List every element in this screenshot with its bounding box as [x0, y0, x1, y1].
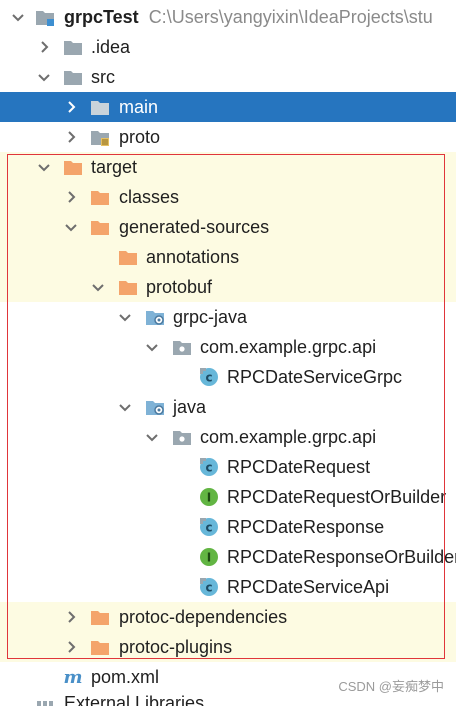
package-icon	[172, 337, 192, 357]
excluded-folder-icon	[118, 277, 138, 297]
chevron-down-icon[interactable]	[64, 220, 78, 234]
tree-label: RPCDateRequest	[227, 457, 371, 477]
svg-text:c: c	[205, 371, 212, 385]
library-icon	[35, 698, 55, 706]
tree-row-target[interactable]: target	[0, 152, 456, 182]
maven-icon: m	[63, 667, 83, 687]
tree-row-class[interactable]: c RPCDateRequest	[0, 452, 456, 482]
excluded-folder-icon	[90, 217, 110, 237]
chevron-right-icon[interactable]	[37, 40, 51, 54]
tree-label: RPCDateResponseOrBuilder	[227, 547, 456, 567]
chevron-down-icon[interactable]	[37, 160, 51, 174]
tree-label: RPCDateResponse	[227, 517, 385, 537]
tree-label: .idea	[91, 37, 131, 57]
svg-text:c: c	[205, 461, 212, 475]
tree-label: grpc-java	[173, 307, 248, 327]
tree-row-protoc-dependencies[interactable]: protoc-dependencies	[0, 602, 456, 632]
tree-label: RPCDateServiceGrpc	[227, 367, 403, 387]
excluded-folder-icon	[63, 157, 83, 177]
chevron-down-icon[interactable]	[145, 340, 159, 354]
chevron-down-icon[interactable]	[91, 280, 105, 294]
tree-row-interface[interactable]: I RPCDateRequestOrBuilder	[0, 482, 456, 512]
excluded-folder-icon	[118, 247, 138, 267]
tree-row-interface[interactable]: I RPCDateResponseOrBuilder	[0, 542, 456, 572]
tree-label: main	[119, 97, 159, 117]
svg-text:I: I	[207, 551, 211, 565]
folder-icon	[63, 37, 83, 57]
project-name: grpcTest	[64, 7, 139, 27]
tree-row-class[interactable]: c RPCDateServiceGrpc	[0, 362, 456, 392]
resource-folder-icon	[90, 127, 110, 147]
project-path: C:\Users\yangyixin\IdeaProjects\stu	[148, 7, 433, 27]
chevron-right-icon[interactable]	[64, 640, 78, 654]
class-icon: c	[199, 457, 219, 477]
chevron-right-icon[interactable]	[64, 130, 78, 144]
chevron-right-icon[interactable]	[64, 610, 78, 624]
svg-text:c: c	[205, 581, 212, 595]
tree-row-idea[interactable]: .idea	[0, 32, 456, 62]
tree-row-main[interactable]: main	[0, 92, 456, 122]
tree-row-generated-sources[interactable]: generated-sources	[0, 212, 456, 242]
class-icon: c	[199, 367, 219, 387]
excluded-folder-icon	[90, 187, 110, 207]
svg-text:c: c	[205, 521, 212, 535]
chevron-right-icon[interactable]	[64, 190, 78, 204]
tree-label: proto	[119, 127, 161, 147]
tree-row-annotations[interactable]: annotations	[0, 242, 456, 272]
tree-row-classes[interactable]: classes	[0, 182, 456, 212]
tree-row-grpc-java[interactable]: grpc-java	[0, 302, 456, 332]
tree-label: com.example.grpc.api	[200, 427, 377, 447]
tree-label: java	[173, 397, 207, 417]
tree-label: External Libraries	[64, 694, 205, 706]
tree-row-protobuf[interactable]: protobuf	[0, 272, 456, 302]
class-icon: c	[199, 577, 219, 597]
tree-row-src[interactable]: src	[0, 62, 456, 92]
tree-row-package[interactable]: com.example.grpc.api	[0, 422, 456, 452]
tree-label: com.example.grpc.api	[200, 337, 377, 357]
tree-row-package[interactable]: com.example.grpc.api	[0, 332, 456, 362]
tree-row-java[interactable]: java	[0, 392, 456, 422]
chevron-right-icon[interactable]	[64, 100, 78, 114]
module-folder-icon	[35, 7, 55, 27]
folder-icon	[90, 97, 110, 117]
tree-label: protobuf	[146, 277, 213, 297]
generated-source-folder-icon	[145, 397, 165, 417]
tree-row-external-libraries[interactable]: External Libraries	[0, 694, 456, 706]
tree-label: pom.xml	[91, 667, 160, 687]
tree-label: annotations	[146, 247, 240, 267]
tree-row-protoc-plugins[interactable]: protoc-plugins	[0, 632, 456, 662]
chevron-down-icon[interactable]	[11, 10, 25, 24]
chevron-down-icon[interactable]	[145, 430, 159, 444]
tree-label: classes	[119, 187, 180, 207]
chevron-down-icon[interactable]	[37, 70, 51, 84]
tree-label: generated-sources	[119, 217, 270, 237]
tree-label: target	[91, 157, 138, 177]
tree-row-root[interactable]: grpcTest C:\Users\yangyixin\IdeaProjects\…	[0, 2, 456, 32]
class-icon: c	[199, 517, 219, 537]
tree-row-class[interactable]: c RPCDateResponse	[0, 512, 456, 542]
tree-label: RPCDateServiceApi	[227, 577, 390, 597]
chevron-down-icon[interactable]	[118, 310, 132, 324]
tree-label: RPCDateRequestOrBuilder	[227, 487, 447, 507]
folder-icon	[63, 67, 83, 87]
interface-icon: I	[199, 547, 219, 567]
svg-text:I: I	[207, 491, 211, 505]
root-label: grpcTest C:\Users\yangyixin\IdeaProjects\…	[64, 2, 433, 32]
tree-row-class[interactable]: c RPCDateServiceApi	[0, 572, 456, 602]
excluded-folder-icon	[90, 637, 110, 657]
tree-row-proto[interactable]: proto	[0, 122, 456, 152]
tree-label: protoc-plugins	[119, 637, 233, 657]
package-icon	[172, 427, 192, 447]
watermark: CSDN @妄痴梦中	[338, 679, 444, 694]
excluded-folder-icon	[90, 607, 110, 627]
tree-label: src	[91, 67, 115, 87]
generated-source-folder-icon	[145, 307, 165, 327]
interface-icon: I	[199, 487, 219, 507]
chevron-down-icon[interactable]	[118, 400, 132, 414]
tree-label: protoc-dependencies	[119, 607, 288, 627]
svg-text:m: m	[63, 667, 82, 687]
